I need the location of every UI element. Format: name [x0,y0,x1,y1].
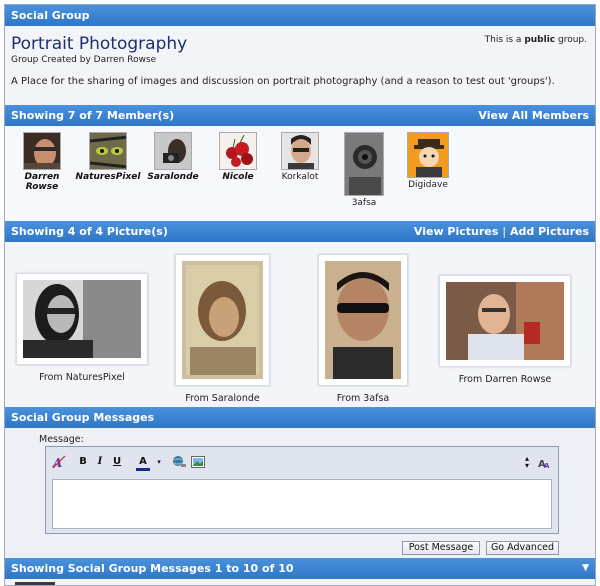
links-separator: | [502,225,507,238]
image-icon[interactable] [191,455,205,469]
member-naturespixel[interactable]: NaturesPixel [73,132,143,182]
message-textarea[interactable] [52,479,552,529]
group-title: Portrait Photography [11,34,188,54]
avatar[interactable] [407,132,449,178]
visibility-word: public [524,35,556,45]
switch-mode-icon[interactable]: AA [538,455,552,470]
messages-heading: Social Group Messages [11,411,155,424]
picture-item[interactable]: From Saralonde [175,254,270,404]
pictures-bar: Showing 4 of 4 Picture(s) View Pictures |… [5,221,595,242]
member-nicole[interactable]: Nicole [203,132,273,182]
picture-caption: From Darren Rowse [458,374,552,385]
picture-item[interactable]: From 3afsa [318,254,408,404]
avatar[interactable] [344,132,384,196]
header-title: Social Group [11,9,90,22]
picture-caption: From Saralonde [185,393,260,404]
picture-thumbnail[interactable] [175,254,270,386]
group-visibility: This is a public group. [485,35,587,45]
message-label: Message: [39,434,84,445]
members-heading: Showing 7 of 7 Member(s) [11,109,175,122]
message-avatar [15,582,55,585]
listing-area [5,579,595,585]
picture-item[interactable]: From Darren Rowse [439,275,571,385]
member-name[interactable]: Darren Rowse [7,172,77,192]
social-group-panel: Social Group Portrait Photography Group … [4,4,596,586]
members-bar: Showing 7 of 7 Member(s) View All Member… [5,105,595,126]
svg-text:A: A [544,462,550,469]
member-name[interactable]: Saralonde [138,172,208,182]
chevron-down-icon[interactable]: ▾ [152,455,166,469]
header-bar: Social Group [5,5,595,26]
post-message-button[interactable]: Post Message [402,541,480,555]
member-digidave[interactable]: Digidave [393,132,463,190]
avatar[interactable] [89,132,127,170]
member-name[interactable]: Korkalot [265,172,335,182]
picture-thumbnail[interactable] [439,275,571,367]
font-color-button[interactable]: A [136,455,150,471]
collapse-icon[interactable]: ▼ [582,558,589,579]
picture-item[interactable]: From NaturesPixel [16,273,148,383]
group-creator: Group Created by Darren Rowse [11,55,157,65]
avatar[interactable] [281,132,319,170]
italic-button[interactable]: I [93,455,107,469]
editor-toolbar: A B I U A ▾ ▴▾ AA [46,447,558,477]
listing-heading: Showing Social Group Messages 1 to 10 of… [11,562,294,575]
group-description: A Place for the sharing of images and di… [11,76,555,87]
member-saralonde[interactable]: Saralonde [138,132,208,182]
message-editor: A B I U A ▾ ▴▾ AA [45,446,559,534]
member-darren-rowse[interactable]: Darren Rowse [7,132,77,192]
visibility-suffix: group. [558,35,587,45]
member-name[interactable]: 3afsa [329,198,399,208]
pictures-heading: Showing 4 of 4 Picture(s) [11,225,168,238]
avatar[interactable] [219,132,257,170]
avatar[interactable] [154,132,192,170]
visibility-prefix: This is a [484,35,522,45]
picture-caption: From NaturesPixel [39,372,125,383]
listing-bar: Showing Social Group Messages 1 to 10 of… [5,558,595,579]
avatar[interactable] [23,132,61,170]
member-name[interactable]: NaturesPixel [73,172,143,182]
member-name[interactable]: Nicole [203,172,273,182]
picture-caption: From 3afsa [336,393,390,404]
picture-thumbnail[interactable] [318,254,408,386]
member-3afsa[interactable]: 3afsa [329,132,399,208]
link-icon[interactable] [172,455,186,469]
add-pictures-link[interactable]: Add Pictures [510,225,589,238]
go-advanced-button[interactable]: Go Advanced [486,541,559,555]
view-pictures-link[interactable]: View Pictures [414,225,498,238]
bold-button[interactable]: B [76,455,90,469]
resize-arrows-icon[interactable]: ▴ ▾ [520,455,534,470]
view-all-members-link[interactable]: View All Members [478,109,589,122]
remove-format-icon[interactable]: A [52,455,66,470]
picture-thumbnail[interactable] [16,273,148,365]
member-name[interactable]: Digidave [393,180,463,190]
messages-bar: Social Group Messages [5,407,595,428]
member-korkalot[interactable]: Korkalot [265,132,335,182]
underline-button[interactable]: U [110,455,124,469]
